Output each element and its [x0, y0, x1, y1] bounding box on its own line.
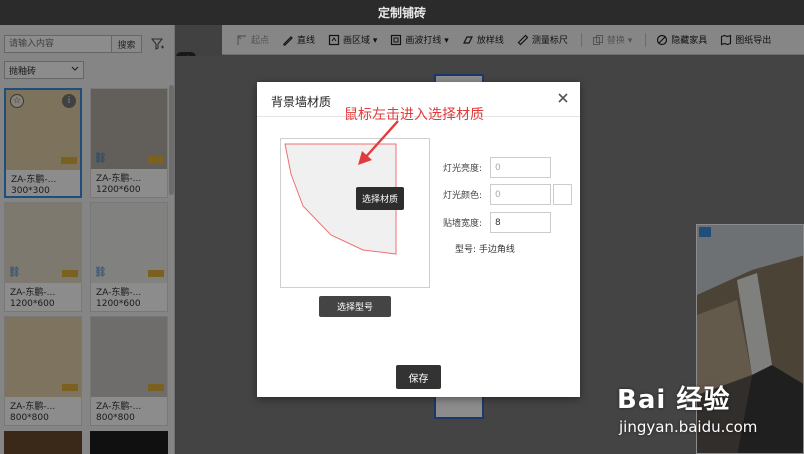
annotation-arrow-icon: [358, 120, 399, 165]
watermark-url: jingyan.baidu.com: [619, 418, 758, 436]
light-color-label: 灯光颜色:: [443, 191, 483, 201]
app-title: 定制铺砖: [377, 6, 426, 20]
light-color-input[interactable]: 0: [490, 184, 551, 205]
dialog-title: 背景墙材质: [271, 95, 332, 109]
instruction-annotation: 鼠标左击进入选择材质: [344, 107, 484, 123]
light-brightness-label: 灯光亮度:: [443, 164, 483, 174]
background-wall-material-dialog: 背景墙材质 选择材质 鼠标左击进入选择材质 选择型号 灯光亮度: 0 灯光颜色:…: [257, 82, 580, 397]
light-color-swatch[interactable]: [553, 184, 572, 205]
baidu-watermark: Bai 经验 jingyan.baidu.com: [617, 365, 804, 454]
light-brightness-input[interactable]: 0: [490, 157, 551, 178]
select-material-tooltip[interactable]: 选择材质: [356, 187, 404, 210]
save-button[interactable]: 保存: [396, 365, 441, 389]
baidu-logo: Bai 经验: [617, 385, 731, 415]
edge-width-input[interactable]: 8: [490, 212, 551, 233]
app-title-bar: 定制铺砖: [0, 0, 804, 25]
edge-width-label: 贴墙宽度:: [443, 219, 483, 229]
model-type-text: 型号: 手边角线: [455, 245, 515, 255]
close-icon[interactable]: [556, 91, 570, 105]
select-model-button[interactable]: 选择型号: [319, 296, 391, 317]
